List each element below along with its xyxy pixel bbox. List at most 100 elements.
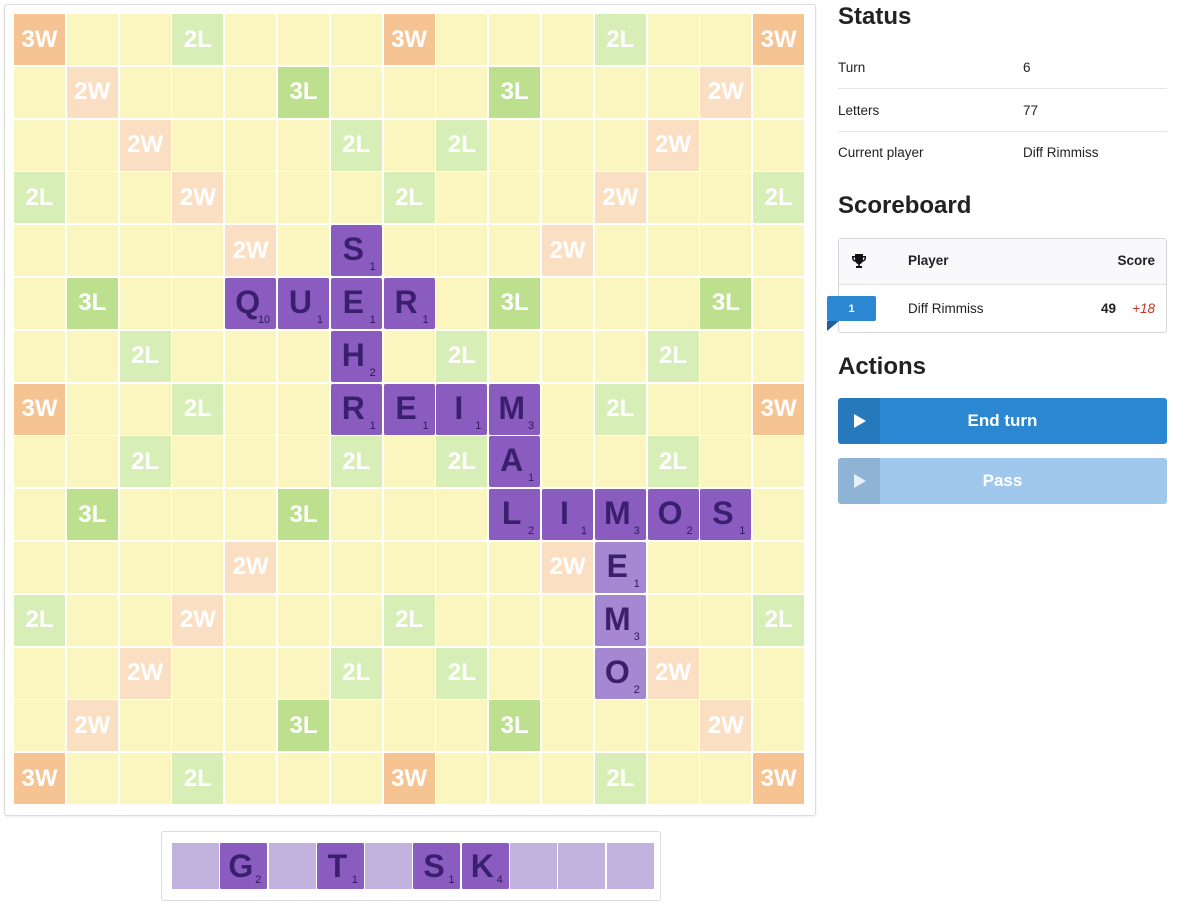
board-square-2w[interactable]: 2W — [172, 594, 224, 646]
board-square[interactable] — [594, 225, 646, 277]
board-square[interactable] — [541, 119, 593, 171]
board-square[interactable] — [541, 383, 593, 435]
board-square[interactable] — [119, 700, 171, 752]
rack-slot[interactable] — [606, 843, 654, 889]
board-square[interactable] — [436, 700, 488, 752]
board-square-3l[interactable]: L2 — [489, 489, 541, 541]
board-square[interactable] — [541, 647, 593, 699]
board-square[interactable] — [172, 66, 224, 118]
board-square-3w[interactable]: 3W — [383, 753, 435, 805]
board-square-2w[interactable]: M3 — [594, 594, 646, 646]
board-square-2l[interactable]: 2L — [594, 383, 646, 435]
board-square[interactable] — [119, 225, 171, 277]
board-square-2l[interactable]: 2L — [172, 383, 224, 435]
board-square[interactable] — [383, 541, 435, 593]
board-square[interactable]: A1 — [489, 436, 541, 488]
letter-tile[interactable]: E1 — [594, 541, 646, 593]
board-square[interactable] — [541, 172, 593, 224]
board-square-3w[interactable]: 3W — [383, 14, 435, 65]
board-square[interactable]: I1 — [436, 383, 488, 435]
letter-tile[interactable]: O2 — [594, 647, 646, 699]
pass-button[interactable]: Pass — [838, 458, 1167, 504]
board-square[interactable] — [436, 172, 488, 224]
board-square-2w[interactable]: 2W — [225, 225, 277, 277]
board-square[interactable] — [647, 277, 699, 329]
board-square[interactable] — [14, 119, 65, 171]
board-square-2l[interactable]: 2L — [594, 753, 646, 805]
board-square[interactable] — [753, 700, 805, 752]
board-square-2l[interactable]: 2L — [647, 330, 699, 382]
board-square-3l[interactable]: 3L — [277, 66, 329, 118]
board-square[interactable] — [700, 383, 752, 435]
board-square[interactable] — [541, 277, 593, 329]
board-square-2l[interactable]: 2L — [14, 172, 65, 224]
board-square-2l[interactable]: 2L — [647, 436, 699, 488]
board-square[interactable] — [383, 489, 435, 541]
board-square-3w[interactable]: 3W — [753, 753, 805, 805]
board-square-2l[interactable]: 2L — [172, 753, 224, 805]
board-square[interactable] — [753, 541, 805, 593]
board-square[interactable] — [172, 277, 224, 329]
board-square[interactable] — [119, 14, 171, 65]
rack-tile[interactable]: G2 — [220, 843, 268, 889]
board-square-3l[interactable]: 3L — [489, 700, 541, 752]
board-square[interactable] — [330, 594, 382, 646]
board-square[interactable] — [700, 225, 752, 277]
rack-slot[interactable]: G2 — [220, 843, 268, 889]
board-square-2l[interactable]: 2L — [14, 594, 65, 646]
rack-slot[interactable] — [510, 843, 558, 889]
rack-tile[interactable]: S1 — [413, 843, 461, 889]
board-square-3l[interactable]: S1 — [700, 489, 752, 541]
board-square[interactable] — [489, 753, 541, 805]
board-square[interactable] — [489, 330, 541, 382]
board-square[interactable] — [541, 594, 593, 646]
board-square[interactable] — [383, 647, 435, 699]
board-square[interactable] — [172, 647, 224, 699]
board-square-2l[interactable]: 2L — [436, 436, 488, 488]
board-square[interactable] — [330, 753, 382, 805]
board-square-2w[interactable]: 2W — [119, 119, 171, 171]
board-square[interactable] — [14, 647, 65, 699]
board-square[interactable] — [225, 172, 277, 224]
rack-slot[interactable] — [365, 843, 413, 889]
board-square[interactable] — [225, 647, 277, 699]
board-square[interactable] — [436, 753, 488, 805]
board-square[interactable] — [541, 14, 593, 65]
board-square[interactable]: M3 — [594, 489, 646, 541]
board-square[interactable] — [700, 119, 752, 171]
board-square[interactable] — [541, 436, 593, 488]
board-square[interactable] — [541, 330, 593, 382]
board-square[interactable] — [700, 594, 752, 646]
board-square[interactable] — [119, 489, 171, 541]
board-square[interactable] — [647, 66, 699, 118]
board-square[interactable] — [277, 647, 329, 699]
board-square[interactable]: I1 — [541, 489, 593, 541]
end-turn-button[interactable]: End turn — [838, 398, 1167, 444]
board-square[interactable] — [66, 225, 118, 277]
board-square[interactable] — [330, 14, 382, 65]
board-square[interactable] — [436, 14, 488, 65]
rack-slot[interactable] — [268, 843, 316, 889]
board-square-2w[interactable]: 2W — [594, 172, 646, 224]
board-square-3l[interactable]: 3L — [700, 277, 752, 329]
board-square-2w[interactable]: 2W — [119, 647, 171, 699]
board-square[interactable]: R1 — [330, 383, 382, 435]
board-square[interactable] — [647, 172, 699, 224]
rack-slot[interactable]: S1 — [413, 843, 461, 889]
board-square[interactable] — [700, 647, 752, 699]
board-square-2l[interactable]: 2L — [594, 14, 646, 65]
board-square-2l[interactable]: 2L — [119, 330, 171, 382]
board-square[interactable] — [225, 66, 277, 118]
board-square[interactable]: S1 — [330, 225, 382, 277]
board-square[interactable] — [172, 225, 224, 277]
board-square-2l[interactable]: 2L — [330, 119, 382, 171]
board-square[interactable] — [277, 541, 329, 593]
board-square[interactable]: E1 — [594, 541, 646, 593]
board-square[interactable] — [753, 225, 805, 277]
board-square[interactable] — [14, 489, 65, 541]
board-square-2l[interactable]: 2L — [436, 330, 488, 382]
board-square[interactable] — [647, 225, 699, 277]
board-square[interactable] — [753, 436, 805, 488]
board-square-2l[interactable]: 2L — [753, 172, 805, 224]
board-square[interactable] — [436, 225, 488, 277]
